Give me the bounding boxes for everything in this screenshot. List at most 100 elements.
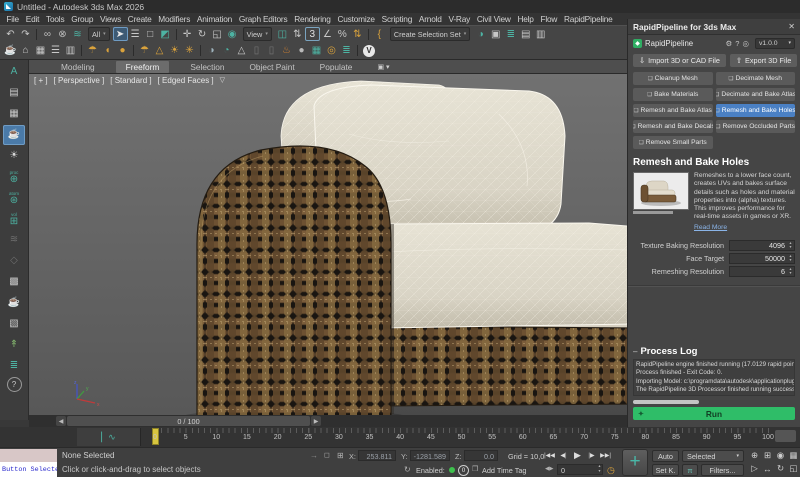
y-coordinate-field[interactable]: -1281.589 [410, 450, 450, 461]
tab-selection[interactable]: Selection [186, 61, 228, 73]
select-object-icon[interactable]: ➤ [112, 27, 128, 41]
previous-frame-icon[interactable]: ◀| [557, 449, 570, 461]
viewport-menu-general[interactable]: [ + ] [34, 76, 48, 85]
node-graph-icon[interactable]: ▧ [3, 314, 25, 334]
placement-icon[interactable]: ◉ [225, 27, 240, 41]
param-spinner[interactable]: ▲ ▼ [787, 254, 794, 263]
fire-effect-icon[interactable]: ♨ [279, 44, 294, 58]
disabled-edit-icon[interactable]: ◇ [3, 251, 25, 271]
mini-curve-editor-button[interactable]: ▏∿ [77, 428, 141, 446]
zoom-icon[interactable]: ⊕ [748, 449, 761, 462]
render-production-icon[interactable]: ▦ [33, 44, 48, 58]
viewport-menu-pov[interactable]: [ Perspective ] [54, 76, 105, 85]
menu-modifiers[interactable]: Modifiers [155, 14, 194, 24]
preset-remove-small-parts[interactable]: ❑ Remove Small Parts [633, 136, 713, 149]
scene-explorer-icon[interactable]: ▤ [518, 27, 533, 41]
menu-arnold[interactable]: Arnold [416, 14, 446, 24]
viewport-menu-standard[interactable]: [ Standard ] [110, 76, 151, 85]
material-ball-icon[interactable]: ◎ [324, 44, 339, 58]
light-lister-icon[interactable]: ☀ [3, 146, 25, 166]
frame-forward-arrow[interactable]: ▶ [311, 416, 321, 426]
rect-selection-region-icon[interactable]: □ [143, 27, 158, 41]
layers-teal-icon[interactable]: ≣ [339, 44, 354, 58]
auto-key-button[interactable]: Auto [652, 450, 679, 462]
bind-spacewarp-icon[interactable]: ≋ [70, 27, 85, 41]
param-spinner[interactable]: ▲ ▼ [787, 267, 794, 276]
menu-edit[interactable]: Edit [22, 14, 42, 24]
reference-coordinate-dropdown[interactable]: View ▾ [242, 27, 272, 41]
copy-tools-icon[interactable]: ▩ [3, 272, 25, 292]
listener-output[interactable]: Button Selected [0, 462, 57, 477]
preset-remove-occluded-parts[interactable]: ❑ Remove Occluded Parts [715, 120, 795, 133]
perspective-viewport[interactable]: [ + ] [ Perspective ] [ Standard ] [ Edged … [29, 73, 627, 416]
set-key-button[interactable]: Set K. [652, 464, 679, 476]
menu-customize[interactable]: Customize [334, 14, 378, 24]
vray-teapot-icon[interactable]: ☕ [3, 125, 25, 145]
sun-light-icon[interactable]: ☀ [167, 44, 182, 58]
process-log[interactable]: RapidPipeline engine finished running (1… [633, 359, 795, 396]
preset-remesh-and-bake-holes[interactable]: ❑ Remesh and Bake Holes [715, 104, 795, 117]
preset-cleanup-mesh[interactable]: ❑ Cleanup Mesh [633, 72, 713, 85]
menu-rapidpipeline[interactable]: RapidPipeline [561, 14, 616, 24]
named-selection-sets-dropdown[interactable]: Create Selection Set ▾ [389, 27, 471, 41]
move-icon[interactable]: ✛ [180, 27, 195, 41]
percent-snap-icon[interactable]: % [335, 27, 350, 41]
menu-civil-view[interactable]: Civil View [473, 14, 514, 24]
zoom-extents-all-icon[interactable]: ▦ [787, 449, 800, 462]
go-to-end-icon[interactable]: ▶▶| [599, 449, 612, 461]
close-icon[interactable]: ✕ [788, 22, 795, 31]
menu-animation[interactable]: Animation [194, 14, 236, 24]
video-preview-icon[interactable]: ▥ [63, 44, 78, 58]
transform-gizmo-icon[interactable]: ⊞ [337, 451, 344, 460]
render-settings-icon[interactable]: ▦ [3, 104, 25, 124]
param-spinner[interactable]: ▲ ▼ [787, 241, 794, 250]
layer-manager-icon[interactable]: ≣ [503, 27, 518, 41]
menu-create[interactable]: Create [124, 14, 154, 24]
dome-light-icon[interactable]: ◖ [100, 44, 115, 58]
menu-help[interactable]: Help [514, 14, 537, 24]
scale-icon[interactable]: ◱ [210, 27, 225, 41]
rendered-frame-icon[interactable]: ⌂ [18, 44, 33, 58]
cone-light-icon[interactable]: △ [152, 44, 167, 58]
zoom-region-icon[interactable]: ▷ [748, 462, 761, 475]
spot-light-icon[interactable]: ☂ [137, 44, 152, 58]
viewport-menu-shading[interactable]: [ Edged Faces ] [158, 76, 214, 85]
preset-decimate-mesh[interactable]: ❑ Decimate Mesh [715, 72, 795, 85]
vray-list-icon[interactable]: ≣ [3, 356, 25, 376]
render-setup-teapot-icon[interactable]: ☕ [3, 44, 18, 58]
key-tangent-icon[interactable]: π [682, 464, 698, 476]
add-time-tag[interactable]: Add Time Tag [482, 466, 526, 475]
trackbar-toggle-icon[interactable]: ↻ [404, 465, 411, 474]
menu-scripting[interactable]: Scripting [378, 14, 415, 24]
tab-populate[interactable]: Populate [316, 61, 357, 73]
preset-remesh-and-bake-decals[interactable]: ❑ Remesh and Bake Decals [633, 120, 713, 133]
import-button[interactable]: ⇩ Import 3D or CAD File [633, 54, 726, 67]
tab-modeling[interactable]: Modeling [57, 61, 99, 73]
selected-set-dropdown[interactable]: Selected ▾ [682, 450, 744, 462]
keyboard-override-icon[interactable]: { [372, 27, 387, 41]
disabled-tool-a-icon[interactable]: ▯ [249, 44, 264, 58]
go-to-start-icon[interactable]: |◀◀ [543, 449, 556, 461]
menu-group[interactable]: Group [68, 14, 97, 24]
x-coordinate-field[interactable]: 253.811 [358, 450, 396, 461]
proxy-import-icon[interactable]: proc ⊕ [3, 167, 25, 187]
render-window-icon[interactable]: ▤ [3, 83, 25, 103]
param-field[interactable]: 50000 ▲ ▼ [729, 253, 795, 265]
align-icon[interactable]: ▣ [488, 27, 503, 41]
collapse-icon[interactable]: – [633, 347, 637, 356]
starburst-light-icon[interactable]: ✳ [182, 44, 197, 58]
filter-funnel-icon[interactable]: ▽ [220, 76, 225, 85]
read-more-link[interactable]: Read More [694, 224, 727, 232]
z-coordinate-field[interactable]: 0.0 [464, 450, 498, 461]
key-mode-icon[interactable]: ◀▶ [545, 466, 553, 472]
export-button[interactable]: ⇧ Export 3D File [729, 54, 798, 67]
preset-remesh-and-bake-atlas[interactable]: ❑ Remesh and Bake Atlas [633, 104, 713, 117]
menu-tools[interactable]: Tools [43, 14, 68, 24]
select-manipulate-icon[interactable]: ⇅ [290, 27, 305, 41]
tab-object-paint[interactable]: Object Paint [245, 61, 298, 73]
help-icon[interactable]: ? [6, 377, 22, 392]
light-standard-icon[interactable]: ☂ [85, 44, 100, 58]
run-button[interactable]: ✦ Run [633, 407, 795, 420]
unlink-icon[interactable]: ⊗ [55, 27, 70, 41]
plus-button[interactable]: + [622, 449, 648, 476]
